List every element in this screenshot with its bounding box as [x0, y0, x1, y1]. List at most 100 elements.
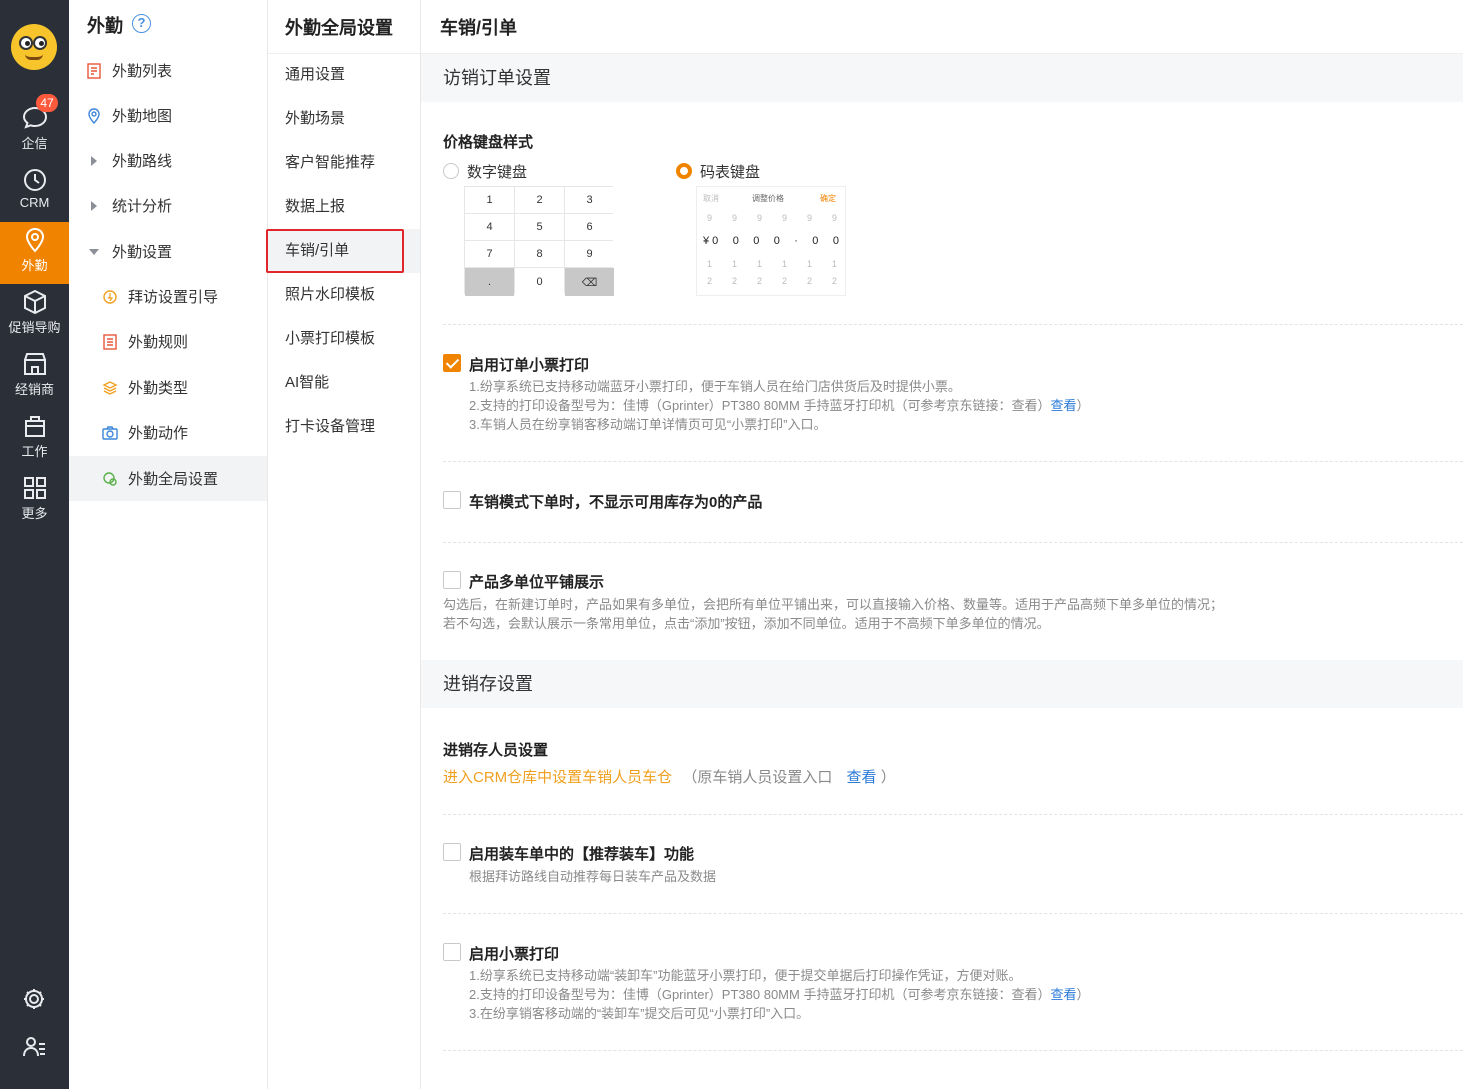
rail-item-work[interactable]: 工作	[0, 408, 69, 470]
radio-code-keyboard[interactable]	[676, 163, 692, 179]
settings-item-scenes[interactable]: 外勤场景	[268, 97, 420, 141]
divider	[443, 542, 1463, 543]
multi-unit-checkbox[interactable]	[443, 571, 461, 589]
settings-item-devices[interactable]: 打卡设备管理	[268, 405, 420, 449]
lightbulb-icon	[101, 288, 119, 306]
nav-label: 外勤设置	[112, 244, 173, 261]
radio-label: 数字键盘	[467, 164, 528, 181]
app-logo[interactable]	[11, 24, 57, 70]
settings-item-general[interactable]: 通用设置	[268, 53, 420, 97]
nav-item-global-settings[interactable]: 外勤全局设置	[69, 456, 267, 501]
code-row-2: 222222	[707, 276, 837, 286]
nav-item-types[interactable]: 外勤类型	[69, 365, 267, 410]
nav-label: 外勤地图	[112, 108, 173, 125]
view-link[interactable]: 查看	[1050, 987, 1076, 1002]
nav-label: 外勤列表	[112, 63, 173, 80]
divider	[443, 324, 1463, 325]
global-settings-icon	[101, 470, 119, 488]
rail-item-dealer[interactable]: 经销商	[0, 346, 69, 408]
note-text: （原车销人员设置入口	[682, 769, 833, 786]
rail-label: 工作	[21, 444, 48, 459]
nav-item-stats[interactable]: 统计分析	[69, 183, 267, 228]
price-keyboard-label: 价格键盘样式	[443, 134, 534, 151]
order-receipt-label: 启用订单小票打印	[469, 357, 590, 374]
settings-item-ai[interactable]: AI智能	[268, 361, 420, 405]
map-pin-icon	[85, 107, 103, 125]
key: 4	[465, 214, 514, 240]
key: 1	[465, 187, 514, 213]
nav-item-visit-guide[interactable]: 拜访设置引导	[69, 274, 267, 319]
rail-item-waiqin[interactable]: 外勤	[0, 222, 69, 284]
code-row-1: 111111	[707, 259, 837, 269]
app-rail: 企信 47 CRM 外勤 促销导购 经销商 工作 更多	[0, 0, 69, 1089]
caret-right-icon	[85, 152, 103, 170]
nav-item-settings[interactable]: 外勤设置	[69, 229, 267, 274]
code-row-top: 999999	[707, 213, 837, 223]
key: .	[465, 268, 514, 296]
code-row-value: ¥ 0 0 0 0 · 0 0	[703, 235, 839, 247]
nav-item-list[interactable]: 外勤列表	[69, 48, 267, 93]
key: 9	[565, 241, 614, 267]
hide-zero-stock-checkbox[interactable]	[443, 491, 461, 509]
rail-label: 经销商	[14, 382, 54, 397]
rail-item-qixin[interactable]: 企信 47	[0, 94, 69, 162]
module-title: 外勤	[87, 16, 123, 36]
inventory-staff-row: 进入CRM仓库中设置车销人员车仓 （原车销人员设置入口 查看 ）	[443, 766, 896, 787]
key: 8	[515, 241, 564, 267]
user-profile-icon[interactable]	[21, 1034, 47, 1065]
code-cancel: 取消	[703, 194, 719, 203]
rail-item-crm[interactable]: CRM	[0, 162, 69, 224]
nav-label: 外勤路线	[112, 153, 173, 170]
nav-item-route[interactable]: 外勤路线	[69, 138, 267, 183]
caret-right-icon	[85, 197, 103, 215]
multi-unit-label: 产品多单位平铺展示	[469, 574, 605, 591]
divider	[443, 1050, 1463, 1051]
nav-label: 外勤动作	[128, 425, 189, 442]
view-link[interactable]: 查看	[1050, 398, 1076, 413]
document-list-icon	[85, 62, 103, 80]
nav-label: 外勤规则	[128, 334, 189, 351]
key: 5	[515, 214, 564, 240]
divider	[443, 913, 1463, 914]
section-inventory: 进销存设置	[421, 660, 1463, 708]
unread-badge: 47	[36, 94, 58, 112]
crm-warehouse-link[interactable]: 进入CRM仓库中设置车销人员车仓	[443, 769, 672, 786]
rail-item-promotion[interactable]: 促销导购	[0, 284, 69, 346]
help-icon[interactable]: ?	[132, 14, 151, 33]
key: 2	[515, 187, 564, 213]
nav-item-actions[interactable]: 外勤动作	[69, 410, 267, 455]
nav-item-rules[interactable]: 外勤规则	[69, 319, 267, 364]
recommend-loading-checkbox[interactable]	[443, 843, 461, 861]
recommend-loading-label: 启用装车单中的【推荐装车】功能	[469, 846, 695, 863]
order-receipt-desc: 1.纷享系统已支持移动端蓝牙小票打印，便于车销人员在给门店供货后及时提供小票。 …	[469, 379, 1090, 432]
caret-down-icon	[85, 243, 103, 261]
settings-item-data-report[interactable]: 数据上报	[268, 185, 420, 229]
key: 6	[565, 214, 614, 240]
rail-item-more[interactable]: 更多	[0, 470, 69, 532]
code-keyboard-preview: 取消 调整价格 确定 999999 ¥ 0 0 0 0 · 0 0 111111 22222…	[696, 186, 846, 296]
nav-item-map[interactable]: 外勤地图	[69, 93, 267, 138]
radio-numeric-keyboard[interactable]	[443, 163, 459, 179]
camera-icon	[101, 424, 119, 442]
nav-label: 统计分析	[112, 198, 173, 215]
view-link[interactable]: 查看	[847, 769, 877, 786]
rail-label: 促销导购	[8, 320, 61, 335]
location-pin-icon	[25, 227, 44, 253]
receipt-print-desc: 1.纷享系统已支持移动端“装卸车”功能蓝牙小票打印，便于提交单据后打印操作凭证，…	[469, 968, 1090, 1021]
page-title: 车销/引单	[440, 18, 518, 38]
store-icon	[23, 353, 46, 375]
radio-label: 码表键盘	[700, 164, 761, 181]
box-icon	[23, 289, 46, 315]
module-nav: 外勤 ? 外勤列表 外勤地图 外勤路线 统计分析 外勤设置 拜访设置引导 外勤规…	[69, 0, 268, 1089]
code-ok: 确定	[820, 194, 836, 203]
settings-nav-title: 外勤全局设置	[285, 18, 393, 38]
settings-item-watermark[interactable]: 照片水印模板	[268, 273, 420, 317]
settings-item-recommend[interactable]: 客户智能推荐	[268, 141, 420, 185]
settings-item-receipt-template[interactable]: 小票打印模板	[268, 317, 420, 361]
rail-label: CRM	[19, 195, 50, 210]
receipt-print-checkbox[interactable]	[443, 943, 461, 961]
rail-label: 外勤	[21, 258, 48, 273]
order-receipt-checkbox[interactable]	[443, 354, 461, 372]
settings-gear-icon[interactable]	[21, 986, 47, 1017]
hide-zero-stock-label: 车销模式下单时，不显示可用库存为0的产品	[469, 494, 763, 511]
